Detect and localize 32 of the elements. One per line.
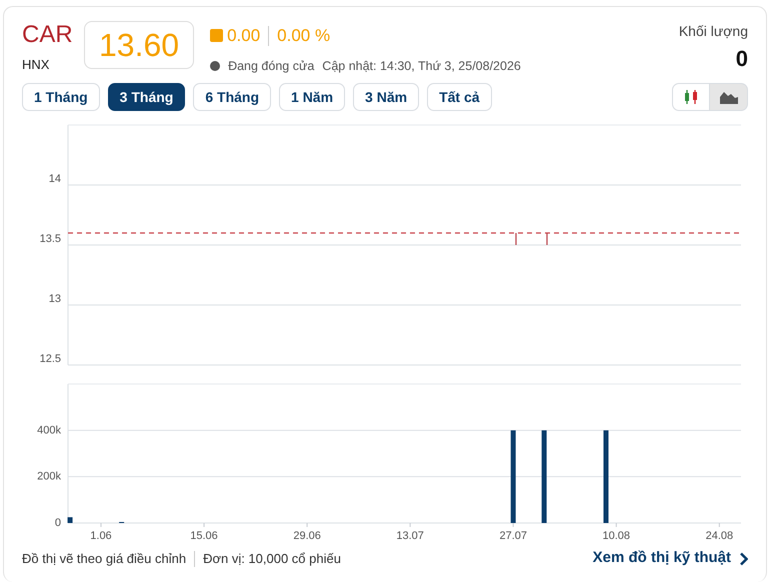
y-axis-label: 14: [48, 173, 61, 186]
range-tab[interactable]: 1 Năm: [279, 83, 346, 112]
x-axis-label: 15.06: [190, 530, 218, 542]
range-tab[interactable]: Tất cả: [427, 83, 492, 112]
y-axis-label: 13: [48, 293, 61, 306]
range-tab[interactable]: 1 Tháng: [22, 83, 100, 112]
y-axis-label: 0: [54, 517, 61, 530]
x-axis-label: 24.08: [706, 530, 734, 542]
volume-value: 0: [734, 45, 748, 73]
y-axis-label: 12.5: [40, 353, 61, 366]
exchange-label: HNX: [22, 56, 50, 74]
price-value: 13.60: [84, 21, 194, 70]
range-tab[interactable]: 3 Tháng: [108, 83, 186, 112]
y-axis-label: 13.5: [40, 233, 61, 246]
change-percent: 0.00 %: [277, 25, 330, 47]
x-axis-label: 27.07: [499, 530, 527, 542]
volume-label: Khối lượng: [678, 22, 748, 41]
range-tab[interactable]: 6 Tháng: [193, 83, 272, 112]
x-axis-label: 1.06: [90, 530, 112, 542]
market-status: Đang đóng cửa: [228, 58, 314, 75]
unit-note: Đơn vị: 10,000 cổ phiếu: [202, 550, 341, 568]
change-value: 0.00: [227, 25, 260, 47]
x-axis-label: 10.08: [602, 530, 630, 542]
update-time: Cập nhật: 14:30, Thứ 3, 25/08/2026: [322, 58, 521, 75]
x-axis-label: 29.06: [293, 530, 321, 542]
y-axis-label: 200k: [37, 471, 61, 484]
y-axis-label: 400k: [37, 424, 61, 437]
ticker-symbol: CAR: [22, 23, 74, 47]
technical-chart-link[interactable]: Xem đồ thị kỹ thuật: [592, 547, 748, 570]
x-axis-label: 13.07: [396, 530, 424, 542]
chart-note: Đồ thị vẽ theo giá điều chỉnh: [22, 550, 188, 568]
range-tab[interactable]: 3 Năm: [353, 83, 420, 112]
